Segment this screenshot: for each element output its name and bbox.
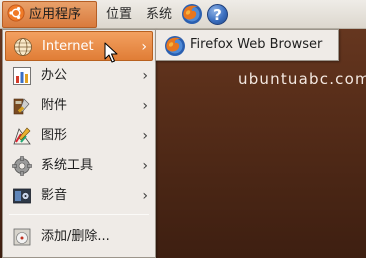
system-menu-button[interactable]: 系统 bbox=[146, 0, 172, 29]
chevron-right-icon: › bbox=[141, 39, 147, 55]
menu-item-internet[interactable]: Internet › bbox=[5, 31, 153, 61]
menu-item-label: 办公 bbox=[41, 68, 68, 83]
menu-item-label: 附件 bbox=[41, 98, 68, 113]
menu-separator bbox=[9, 214, 149, 215]
watermark-text: ubuntuabc.com bbox=[238, 70, 366, 88]
firefox-icon bbox=[165, 36, 185, 56]
install-disc-icon bbox=[13, 228, 31, 246]
menu-item-system-tools[interactable]: 系统工具 › bbox=[5, 151, 153, 181]
places-menu-button[interactable]: 位置 bbox=[106, 0, 132, 29]
menu-item-multimedia[interactable]: 影音 › bbox=[5, 181, 153, 211]
applications-dropdown-menu: Internet › 办公 › 附件 › 图形 › 系统工具 › 影音 › 添加… bbox=[2, 29, 156, 258]
office-chart-icon bbox=[13, 67, 31, 85]
graphics-icon bbox=[13, 127, 31, 145]
mouse-cursor-icon bbox=[104, 42, 118, 63]
help-icon[interactable]: ? bbox=[207, 4, 228, 25]
applications-menu-label: 应用程序 bbox=[29, 7, 82, 22]
menu-item-label: 添加/删除... bbox=[41, 229, 110, 244]
menu-item-add-remove[interactable]: 添加/删除... bbox=[5, 222, 153, 252]
chevron-right-icon: › bbox=[142, 98, 148, 114]
firefox-launcher-icon[interactable] bbox=[181, 3, 203, 25]
menu-item-label: 系统工具 bbox=[41, 158, 94, 173]
chevron-right-icon: › bbox=[142, 188, 148, 204]
menu-item-label: 影音 bbox=[41, 188, 68, 203]
chevron-right-icon: › bbox=[142, 128, 148, 144]
accessories-icon bbox=[13, 98, 30, 115]
chevron-right-icon: › bbox=[142, 158, 148, 174]
menu-item-label: 图形 bbox=[41, 128, 68, 143]
menu-item-graphics[interactable]: 图形 › bbox=[5, 121, 153, 151]
applications-menu-button[interactable]: 应用程序 bbox=[2, 1, 97, 28]
top-panel: 应用程序 位置 系统 ? bbox=[0, 0, 366, 29]
globe-icon bbox=[14, 38, 32, 56]
chevron-right-icon: › bbox=[142, 68, 148, 84]
ubuntu-logo-icon bbox=[7, 4, 25, 22]
gear-icon bbox=[12, 156, 32, 176]
menu-item-office[interactable]: 办公 › bbox=[5, 61, 153, 91]
menu-item-label: Internet bbox=[42, 39, 94, 54]
submenu-item-label: Firefox Web Browser bbox=[190, 37, 323, 52]
menu-item-accessories[interactable]: 附件 › bbox=[5, 91, 153, 121]
internet-submenu: Firefox Web Browser bbox=[155, 29, 339, 61]
submenu-item-firefox[interactable]: Firefox Web Browser bbox=[156, 30, 338, 60]
multimedia-icon bbox=[13, 188, 31, 204]
